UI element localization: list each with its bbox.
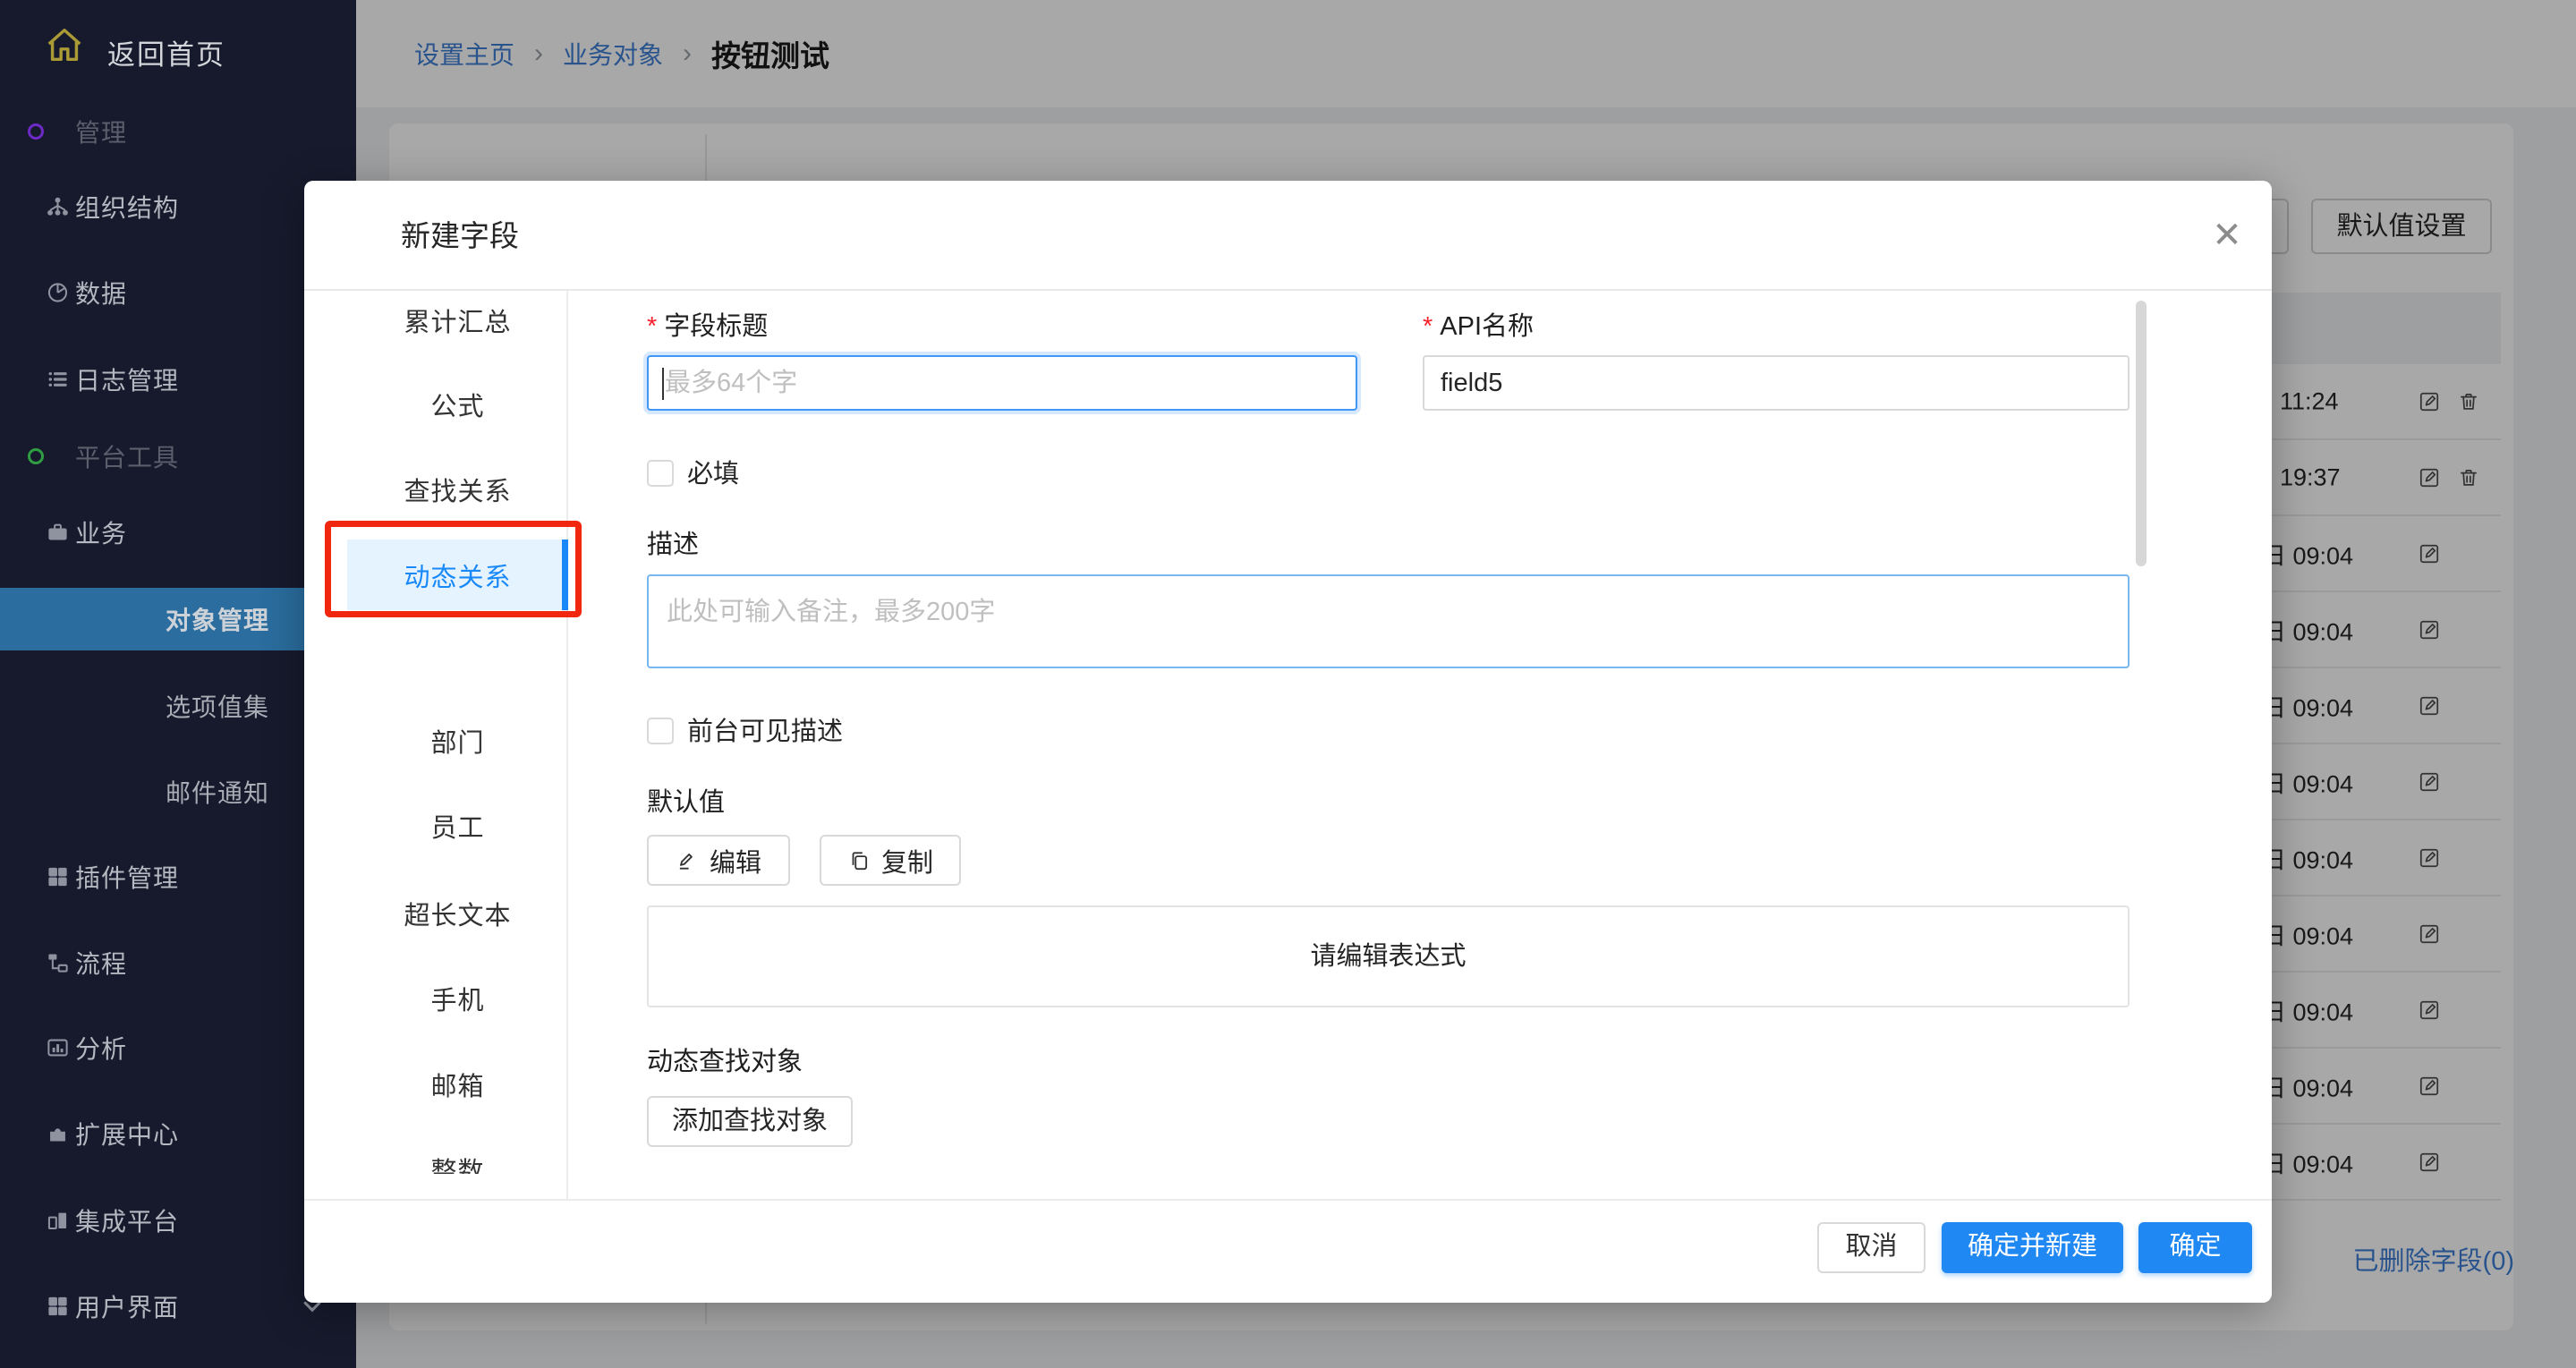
tab-employee[interactable]: 员工	[347, 797, 568, 854]
tab-label: 动态关系	[404, 557, 511, 594]
sidebar-item-extension-center[interactable]: 扩展中心	[0, 1105, 356, 1162]
bar-chart-icon	[46, 1036, 70, 1060]
cancel-button[interactable]: 取消	[1817, 1222, 1926, 1273]
briefcase-icon	[46, 521, 70, 545]
sidebar-item-object-manage[interactable]: 对象管理	[0, 588, 356, 650]
sidebar-item-user-interface[interactable]: 用户界面	[0, 1278, 356, 1335]
sidebar-item-label: 邮件通知	[166, 774, 269, 810]
tab-long-text[interactable]: 超长文本	[347, 885, 568, 942]
tab-department[interactable]: 部门	[347, 712, 568, 769]
field-title-label: *字段标题	[647, 311, 768, 342]
pencil-icon	[676, 849, 699, 872]
sidebar-item-business[interactable]: 业务	[0, 504, 356, 561]
sidebar-item-label: 平台工具	[75, 438, 179, 474]
sidebar-item-label: 管理	[75, 114, 127, 149]
platform-ring-icon	[28, 448, 44, 464]
ui-grid-icon	[46, 1295, 70, 1319]
sidebar-item-data[interactable]: 数据	[0, 264, 356, 321]
sidebar: 返回首页 管理 组织结构 数据 日志管理 平台工具 业务	[0, 0, 356, 1368]
description-textarea[interactable]	[647, 574, 2130, 668]
required-label: 必填	[687, 460, 739, 489]
add-lookup-object-button[interactable]: 添加查找对象	[647, 1096, 853, 1147]
sidebar-item-label: 集成平台	[75, 1202, 179, 1238]
modal-scrollbar-thumb[interactable]	[2136, 301, 2147, 566]
sidebar-item-label: 数据	[75, 275, 127, 310]
frontend-visible-desc-label: 前台可见描述	[687, 718, 843, 746]
sidebar-item-option-sets[interactable]: 选项值集	[0, 677, 356, 735]
sidebar-item-label: 选项值集	[166, 688, 269, 724]
required-checkbox[interactable]	[647, 460, 674, 487]
tab-phone[interactable]: 手机	[347, 970, 568, 1027]
field-type-tabs: 累计汇总 公式 查找关系 动态关系 部门 员工 超长文本 手机 邮箱 整数 多选	[304, 291, 568, 1174]
sidebar-item-label: 业务	[75, 514, 127, 550]
sidebar-item-org-structure[interactable]: 组织结构	[0, 178, 356, 235]
manage-ring-icon	[28, 123, 44, 140]
tab-rollup-summary[interactable]: 累计汇总	[347, 292, 568, 349]
field-title-input[interactable]	[647, 355, 1357, 411]
active-tab-bar	[562, 540, 568, 610]
tab-email[interactable]: 邮箱	[347, 1056, 568, 1113]
home-label: 返回首页	[107, 32, 225, 72]
sidebar-item-label: 流程	[75, 945, 127, 981]
sidebar-item-label: 对象管理	[166, 601, 269, 637]
sidebar-item-label: 插件管理	[75, 859, 179, 895]
sidebar-item-analysis[interactable]: 分析	[0, 1019, 356, 1076]
text-caret	[662, 368, 664, 400]
close-icon[interactable]: ✕	[2206, 215, 2248, 256]
modal-header: 新建字段 ✕	[304, 181, 2272, 291]
log-list-icon	[46, 368, 70, 392]
pie-chart-icon	[46, 281, 70, 305]
frontend-visible-desc-checkbox[interactable]	[647, 718, 674, 744]
copy-button-label: 复制	[881, 842, 933, 879]
home-icon	[44, 25, 85, 66]
flow-icon	[46, 951, 70, 975]
sidebar-item-label: 分析	[75, 1030, 127, 1066]
puzzle-icon	[46, 1122, 70, 1146]
tab-lookup-relation[interactable]: 查找关系	[347, 461, 568, 518]
org-tree-icon	[46, 195, 70, 219]
sidebar-item-label: 扩展中心	[75, 1116, 179, 1151]
edit-button-label: 编辑	[710, 842, 761, 879]
sidebar-item-integration[interactable]: 集成平台	[0, 1192, 356, 1249]
sidebar-item-process[interactable]: 流程	[0, 934, 356, 991]
sidebar-home-button[interactable]: 返回首页	[0, 20, 356, 75]
sidebar-item-log-manage[interactable]: 日志管理	[0, 351, 356, 408]
modal-title: 新建字段	[401, 181, 519, 291]
sidebar-item-manage[interactable]: 管理	[0, 103, 356, 160]
sidebar-item-label: 日志管理	[75, 361, 179, 397]
required-asterisk: *	[647, 312, 657, 341]
tab-integer[interactable]: 整数	[347, 1141, 568, 1174]
sidebar-item-mail-notify[interactable]: 邮件通知	[0, 763, 356, 820]
plugin-grid-icon	[46, 865, 70, 889]
description-label: 描述	[647, 530, 699, 560]
copy-expression-button[interactable]: 复制	[820, 835, 961, 886]
confirm-button[interactable]: 确定	[2138, 1222, 2252, 1273]
api-name-input[interactable]	[1423, 355, 2130, 411]
edit-expression-button[interactable]: 编辑	[647, 835, 790, 886]
sidebar-item-label: 组织结构	[75, 189, 179, 225]
sidebar-item-platform-tools[interactable]: 平台工具	[0, 428, 356, 485]
expression-preview-box[interactable]: 请编辑表达式	[647, 905, 2130, 1007]
required-asterisk: *	[1423, 312, 1433, 341]
sidebar-item-label: 用户界面	[75, 1288, 179, 1324]
confirm-and-new-button[interactable]: 确定并新建	[1942, 1222, 2123, 1273]
sidebar-item-plugin-manage[interactable]: 插件管理	[0, 848, 356, 905]
tab-formula[interactable]: 公式	[347, 376, 568, 433]
dynamic-lookup-label: 动态查找对象	[647, 1047, 803, 1077]
default-value-label: 默认值	[647, 787, 725, 818]
tab-dynamic-relation[interactable]: 动态关系	[347, 540, 568, 610]
copy-icon	[847, 849, 871, 872]
new-field-modal: 新建字段 ✕ 累计汇总 公式 查找关系 动态关系 部门 员工 超长文本 手机 邮…	[304, 181, 2272, 1303]
buildings-icon	[46, 1209, 70, 1233]
api-name-label: *API名称	[1423, 311, 1534, 342]
